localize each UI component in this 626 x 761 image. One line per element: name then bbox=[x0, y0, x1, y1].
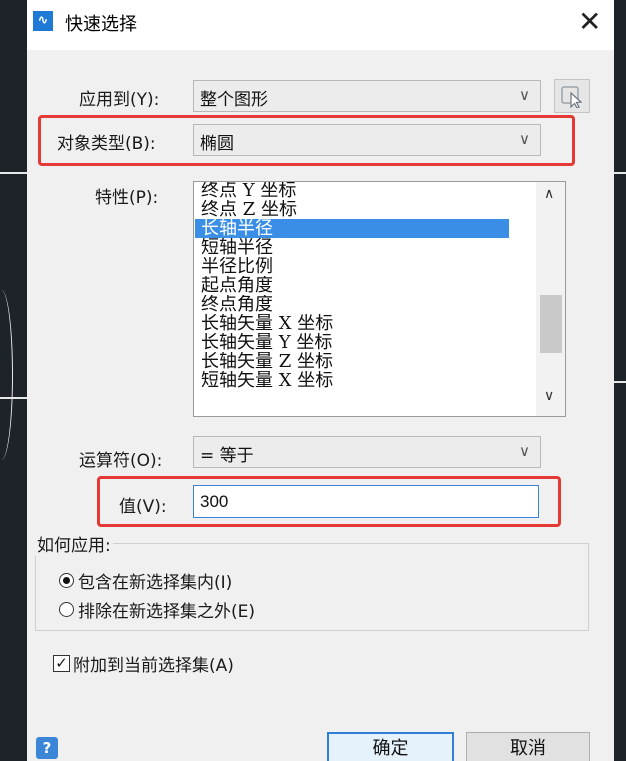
help-button[interactable]: ? bbox=[36, 737, 58, 759]
include-radio[interactable] bbox=[59, 573, 74, 588]
scroll-up-icon[interactable]: ∧ bbox=[544, 186, 554, 202]
app-icon: ∿ bbox=[33, 11, 53, 31]
include-option[interactable]: 包含在新选择集内(I) bbox=[59, 568, 232, 593]
append-option[interactable]: ✓ 附加到当前选择集(A) bbox=[53, 651, 234, 676]
append-label: 附加到当前选择集(A) bbox=[73, 656, 234, 676]
properties-list-item[interactable]: 长轴矢量 X 坐标 bbox=[195, 314, 509, 333]
chevron-down-icon: ∨ bbox=[519, 442, 530, 460]
canvas-line bbox=[614, 381, 626, 383]
cancel-button[interactable]: 取消 bbox=[466, 732, 590, 761]
select-objects-button[interactable] bbox=[554, 79, 590, 113]
append-checkbox[interactable]: ✓ bbox=[53, 655, 70, 672]
properties-scrollbar[interactable]: ∧ ∨ bbox=[536, 182, 565, 416]
apply-to-value: 整个图形 bbox=[200, 90, 268, 110]
value-input[interactable] bbox=[193, 485, 539, 518]
exclude-label: 排除在新选择集之外(E) bbox=[78, 602, 256, 622]
exclude-radio[interactable] bbox=[59, 602, 74, 617]
properties-list-item[interactable]: 长轴半径 bbox=[195, 219, 509, 238]
properties-list-item[interactable]: 短轴矢量 X 坐标 bbox=[195, 371, 509, 390]
ok-button[interactable]: 确定 bbox=[327, 732, 454, 761]
properties-listbox[interactable]: 终点 Y 坐标 终点 Z 坐标 长轴半径 短轴半径 半径比例 起点角度 终点角度 长轴矢量 X… bbox=[193, 181, 566, 417]
properties-list-item[interactable]: 起点角度 bbox=[195, 276, 509, 295]
scroll-thumb[interactable] bbox=[540, 295, 562, 353]
scroll-down-icon[interactable]: ∨ bbox=[544, 388, 554, 404]
title-bar: ∿ 快速选择 ✕ bbox=[27, 0, 614, 50]
dialog-title: 快速选择 bbox=[65, 14, 137, 35]
operator-select[interactable]: = 等于 ∨ bbox=[193, 436, 541, 468]
select-objects-icon bbox=[561, 86, 583, 108]
properties-list: 终点 Y 坐标 终点 Z 坐标 长轴半径 短轴半径 半径比例 起点角度 终点角度 长轴矢量 X… bbox=[195, 182, 509, 390]
object-type-value: 椭圆 bbox=[200, 134, 234, 154]
properties-list-item[interactable]: 终点角度 bbox=[195, 295, 509, 314]
object-type-label: 对象类型(B): bbox=[57, 134, 156, 154]
canvas-arc bbox=[0, 290, 13, 460]
properties-list-item[interactable]: 终点 Y 坐标 bbox=[195, 182, 509, 200]
value-label: 值(V): bbox=[119, 497, 167, 517]
properties-list-item[interactable]: 长轴矢量 Y 坐标 bbox=[195, 333, 509, 352]
properties-list-item[interactable]: 短轴半径 bbox=[195, 238, 509, 257]
operator-value: = 等于 bbox=[200, 446, 254, 466]
quick-select-dialog: ∿ 快速选择 ✕ 应用到(Y): 整个图形 ∨ 对象类型(B): 椭圆 ∨ 特性… bbox=[27, 0, 614, 761]
how-to-apply-title: 如何应用: bbox=[35, 531, 113, 556]
object-type-select[interactable]: 椭圆 ∨ bbox=[193, 124, 541, 156]
canvas-line bbox=[0, 172, 27, 174]
properties-label: 特性(P): bbox=[95, 188, 159, 208]
apply-to-select[interactable]: 整个图形 ∨ bbox=[193, 80, 541, 112]
apply-to-label: 应用到(Y): bbox=[79, 90, 160, 110]
properties-list-item[interactable]: 半径比例 bbox=[195, 257, 509, 276]
exclude-option[interactable]: 排除在新选择集之外(E) bbox=[59, 597, 255, 622]
properties-list-item[interactable]: 终点 Z 坐标 bbox=[195, 200, 509, 219]
chevron-down-icon: ∨ bbox=[519, 86, 530, 104]
canvas-line bbox=[614, 172, 626, 174]
chevron-down-icon: ∨ bbox=[519, 130, 530, 148]
properties-list-item[interactable]: 长轴矢量 Z 坐标 bbox=[195, 352, 509, 371]
include-label: 包含在新选择集内(I) bbox=[78, 573, 233, 593]
operator-label: 运算符(O): bbox=[79, 451, 163, 471]
close-icon[interactable]: ✕ bbox=[578, 4, 601, 40]
